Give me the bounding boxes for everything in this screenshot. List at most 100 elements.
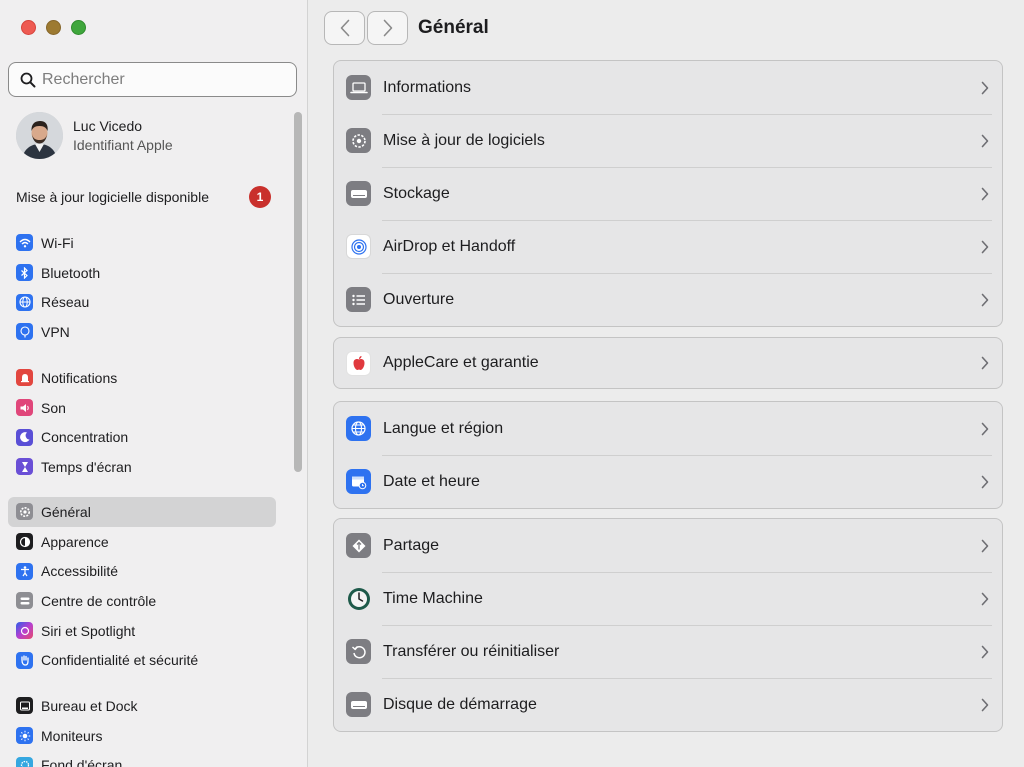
globe-icon (16, 293, 33, 311)
settings-group-language: Langue et région Date et heure (333, 401, 1003, 509)
hand-icon (16, 651, 33, 669)
sidebar-item-label: Wi-Fi (41, 234, 74, 251)
sidebar-item-focus[interactable]: Concentration (8, 422, 276, 452)
hourglass-icon (16, 458, 33, 476)
sidebar-item-privacy-security[interactable]: Confidentialité et sécurité (8, 645, 276, 675)
main-content: Général Informations Mise à jour de logi… (309, 0, 1024, 767)
sidebar-item-wallpaper[interactable]: Fond d'écran (8, 750, 276, 767)
sidebar-group-desktop: Bureau et Dock Moniteurs Fond d'écran (8, 691, 276, 767)
sidebar-item-network[interactable]: Réseau (8, 287, 276, 317)
row-label: AirDrop et Handoff (383, 237, 516, 255)
row-time-machine[interactable]: Time Machine (334, 572, 1002, 625)
row-label: Date et heure (383, 472, 480, 490)
zoom-window-button[interactable] (71, 20, 86, 35)
chevron-right-icon (383, 19, 392, 37)
sharing-icon (346, 533, 371, 558)
settings-group-applecare: AppleCare et garantie (333, 337, 1003, 389)
bluetooth-icon (16, 264, 33, 282)
sidebar-item-label: Notifications (41, 369, 118, 386)
row-label: Mise à jour de logiciels (383, 131, 545, 149)
appearance-icon (16, 533, 33, 551)
sidebar-item-bluetooth[interactable]: Bluetooth (8, 258, 276, 288)
row-transfer-reset[interactable]: Transférer ou réinitialiser (334, 625, 1002, 678)
chevron-right-icon (981, 293, 989, 306)
sidebar-item-sound[interactable]: Son (8, 393, 276, 423)
chevron-right-icon (981, 422, 989, 435)
row-label: Informations (383, 78, 472, 96)
close-window-button[interactable] (21, 20, 36, 35)
notifications-icon (16, 369, 33, 387)
wallpaper-icon (16, 756, 33, 767)
row-login-items[interactable]: Ouverture (334, 273, 1002, 326)
moon-icon (16, 428, 33, 446)
sidebar-item-notifications[interactable]: Notifications (8, 363, 276, 393)
row-software-update[interactable]: Mise à jour de logiciels (334, 114, 1002, 167)
laptop-icon (346, 75, 371, 100)
row-date-time[interactable]: Date et heure (334, 455, 1002, 508)
back-button[interactable] (324, 11, 365, 45)
row-label: Langue et région (383, 419, 504, 437)
gear-icon (16, 503, 33, 521)
chevron-right-icon (981, 592, 989, 605)
sidebar-group-system: Général Apparence Accessibilité Centre d… (8, 497, 276, 675)
row-startup-disk[interactable]: Disque de démarrage (334, 678, 1002, 731)
sidebar-item-label: Bureau et Dock (41, 697, 138, 714)
sidebar-item-screen-time[interactable]: Temps d'écran (8, 452, 276, 482)
sidebar-scrollbar[interactable] (294, 112, 302, 472)
sidebar-item-general[interactable]: Général (8, 497, 276, 527)
chevron-right-icon (981, 134, 989, 147)
software-update-notice[interactable]: Mise à jour logicielle disponible 1 (16, 186, 271, 208)
chevron-right-icon (981, 645, 989, 658)
sidebar-item-label: Concentration (41, 429, 129, 446)
apple-id-profile[interactable]: Luc Vicedo Identifiant Apple (16, 112, 173, 159)
avatar (16, 112, 63, 159)
sidebar-item-label: Temps d'écran (41, 458, 132, 475)
sidebar-item-accessibility[interactable]: Accessibilité (8, 556, 276, 586)
row-informations[interactable]: Informations (334, 61, 1002, 114)
sidebar-item-control-center[interactable]: Centre de contrôle (8, 586, 276, 616)
row-label: AppleCare et garantie (383, 354, 539, 371)
sidebar-item-label: Centre de contrôle (41, 592, 157, 609)
login-items-icon (346, 287, 371, 312)
sidebar-item-appearance[interactable]: Apparence (8, 527, 276, 557)
search-field[interactable] (8, 62, 297, 97)
sidebar-group-network: Wi-Fi Bluetooth Réseau VPN (8, 228, 276, 347)
row-sharing[interactable]: Partage (334, 519, 1002, 572)
sidebar-item-label: Siri et Spotlight (41, 622, 136, 639)
forward-button[interactable] (367, 11, 408, 45)
startup-disk-icon (346, 692, 371, 717)
reset-icon (346, 639, 371, 664)
row-label: Transférer ou réinitialiser (383, 642, 560, 660)
chevron-right-icon (981, 240, 989, 253)
sidebar-item-vpn[interactable]: VPN (8, 317, 276, 347)
sidebar-item-displays[interactable]: Moniteurs (8, 721, 276, 751)
chevron-right-icon (981, 187, 989, 200)
airdrop-icon (346, 234, 371, 259)
software-update-label: Mise à jour logicielle disponible (16, 189, 209, 205)
row-label: Stockage (383, 184, 450, 202)
sidebar-item-label: Son (41, 399, 66, 416)
control-center-icon (16, 592, 33, 610)
row-applecare[interactable]: AppleCare et garantie (334, 338, 1002, 388)
row-label: Disque de démarrage (383, 695, 537, 713)
navigation-buttons (324, 11, 408, 45)
chevron-right-icon (981, 81, 989, 94)
wifi-icon (16, 234, 33, 252)
time-machine-icon (346, 586, 371, 611)
search-input[interactable] (42, 70, 282, 89)
search-icon (20, 72, 36, 87)
chevron-right-icon (981, 698, 989, 711)
storage-icon (346, 181, 371, 206)
minimize-window-button[interactable] (46, 20, 61, 35)
row-storage[interactable]: Stockage (334, 167, 1002, 220)
row-language-region[interactable]: Langue et région (334, 402, 1002, 455)
sidebar-item-wifi[interactable]: Wi-Fi (8, 228, 276, 258)
sidebar-item-siri-spotlight[interactable]: Siri et Spotlight (8, 616, 276, 646)
sidebar-item-label: Accessibilité (41, 563, 119, 580)
sidebar-item-label: Moniteurs (41, 727, 103, 744)
profile-subtitle: Identifiant Apple (73, 136, 173, 153)
dock-icon (16, 697, 33, 715)
sidebar-item-desktop-dock[interactable]: Bureau et Dock (8, 691, 276, 721)
accessibility-icon (16, 562, 33, 580)
row-airdrop-handoff[interactable]: AirDrop et Handoff (334, 220, 1002, 273)
